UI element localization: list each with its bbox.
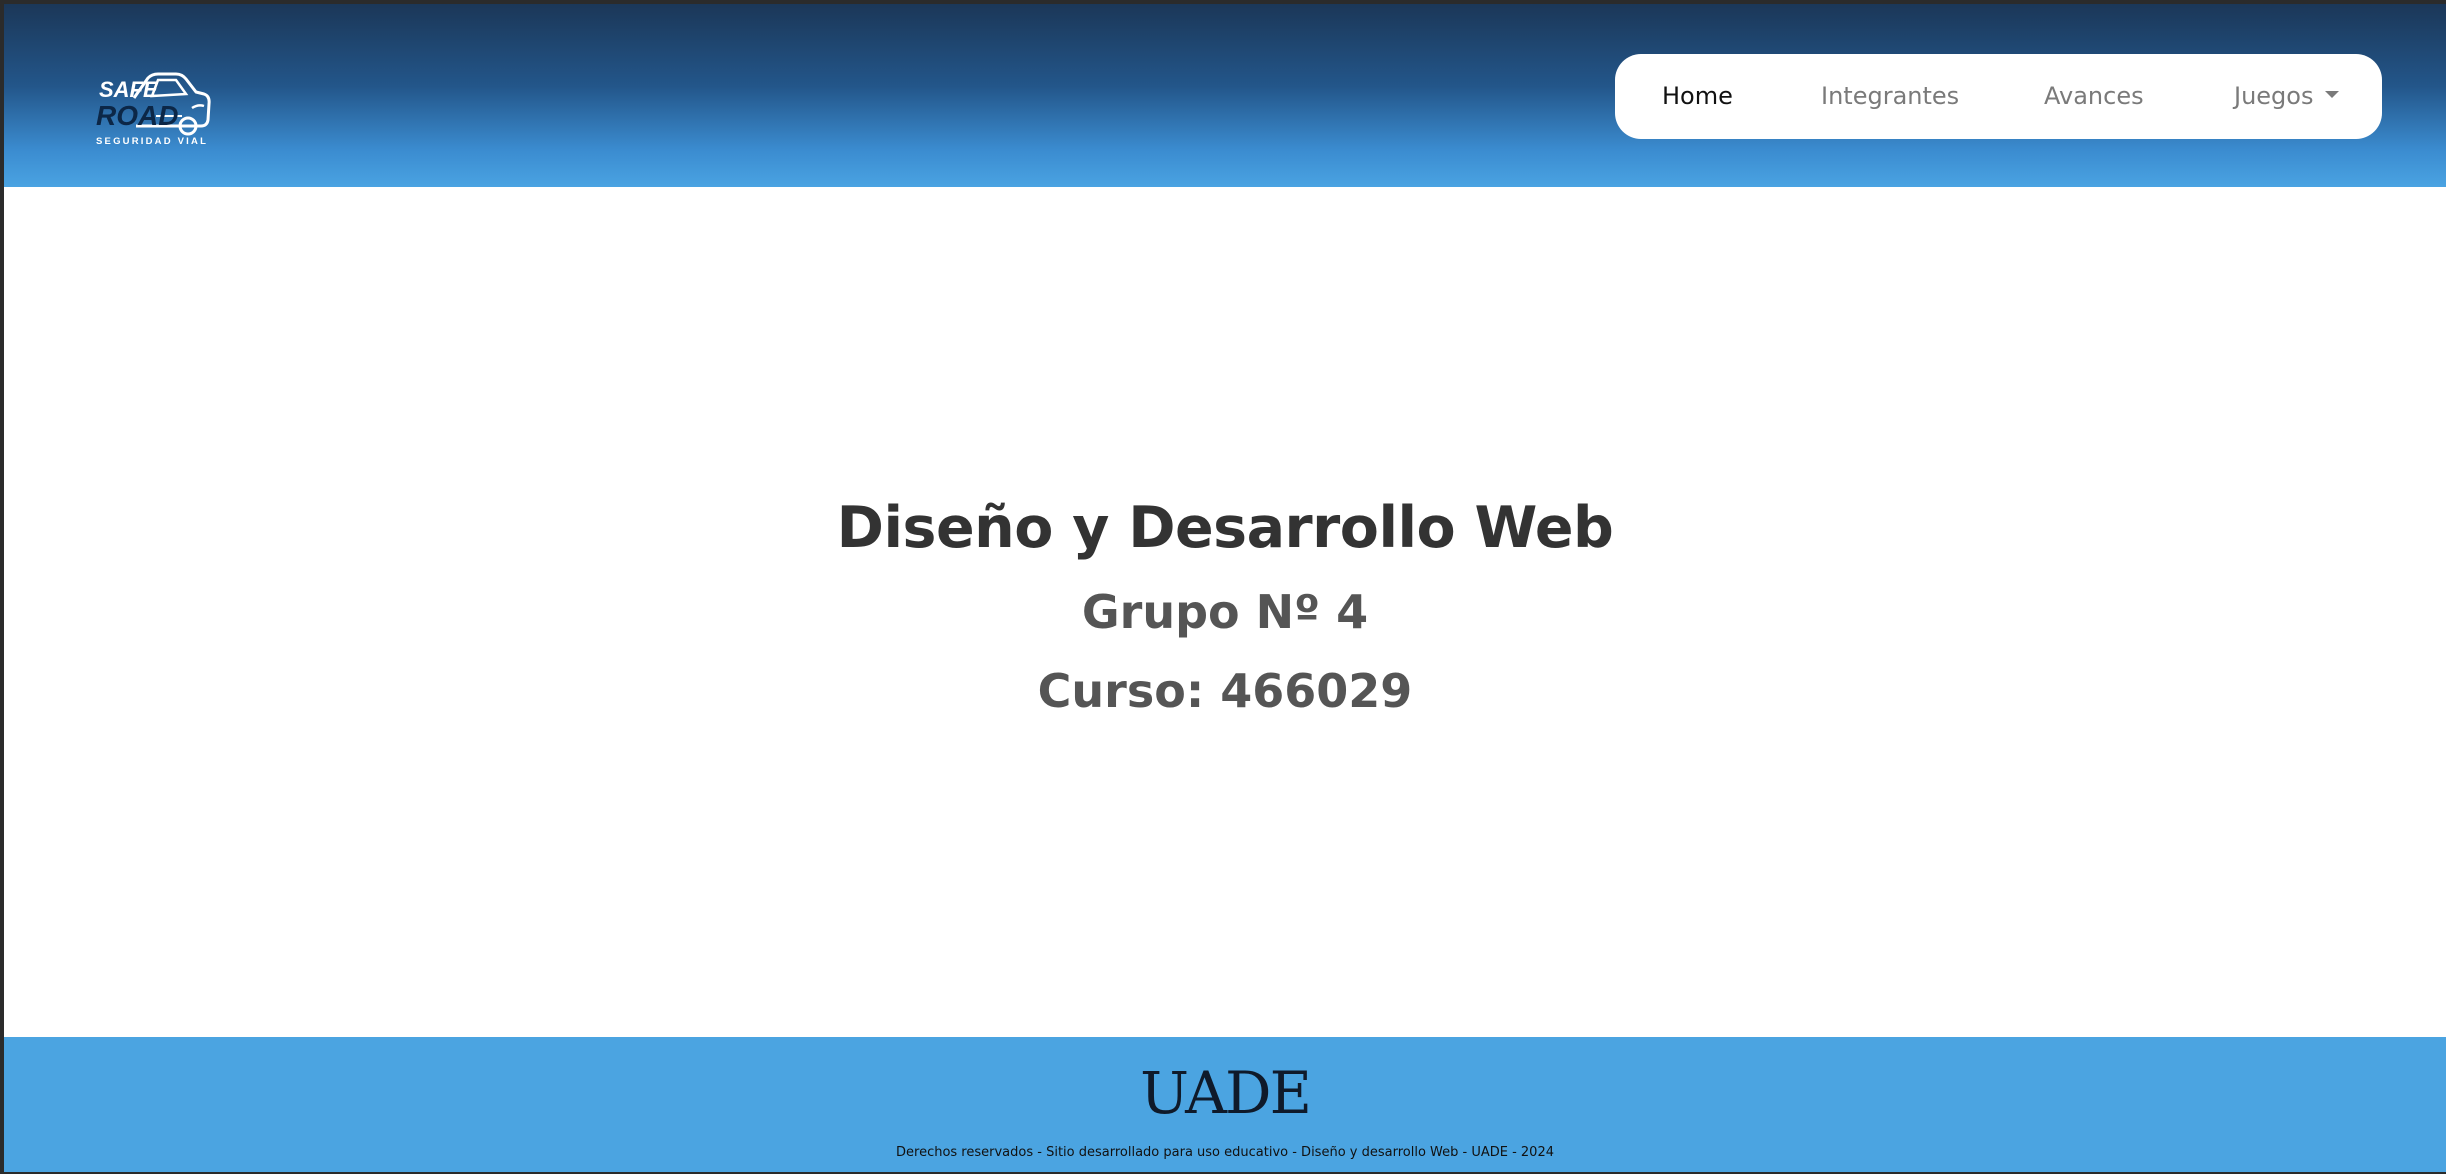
uade-logo: UADE	[1140, 1059, 1312, 1127]
logo-text-road: ROAD	[96, 100, 178, 131]
hero-section: Diseño y Desarrollo Web Grupo Nº 4 Curso…	[4, 187, 2446, 1037]
nav-item-juegos[interactable]: Juegos	[2234, 54, 2340, 139]
nav-item-integrantes[interactable]: Integrantes	[1821, 54, 1959, 139]
main-nav: Home Integrantes Avances Juegos	[1615, 54, 2382, 139]
page-title: Diseño y Desarrollo Web	[836, 495, 1614, 561]
logo-tagline: SEGURIDAD VIAL	[96, 136, 208, 147]
safe-road-logo[interactable]: SAFE ROAD SEGURIDAD VIAL	[96, 72, 211, 148]
group-number: Grupo Nº 4	[1081, 585, 1369, 639]
logo-text-safe: SAFE	[99, 77, 159, 102]
course-code: Curso: 466029	[1037, 664, 1413, 718]
nav-item-home[interactable]: Home	[1662, 54, 1733, 139]
site-footer: UADE Derechos reservados - Sitio desarro…	[4, 1037, 2446, 1172]
site-header: SAFE ROAD SEGURIDAD VIAL Home Integrante…	[4, 4, 2446, 187]
copyright-text: Derechos reservados - Sitio desarrollado…	[896, 1145, 1554, 1160]
chevron-down-icon	[2325, 90, 2340, 98]
nav-item-avances[interactable]: Avances	[2044, 54, 2144, 139]
browser-viewport: SAFE ROAD SEGURIDAD VIAL Home Integrante…	[4, 4, 2446, 1172]
nav-item-juegos-label: Juegos	[2234, 82, 2314, 110]
car-icon: SAFE ROAD SEGURIDAD VIAL	[96, 72, 211, 147]
